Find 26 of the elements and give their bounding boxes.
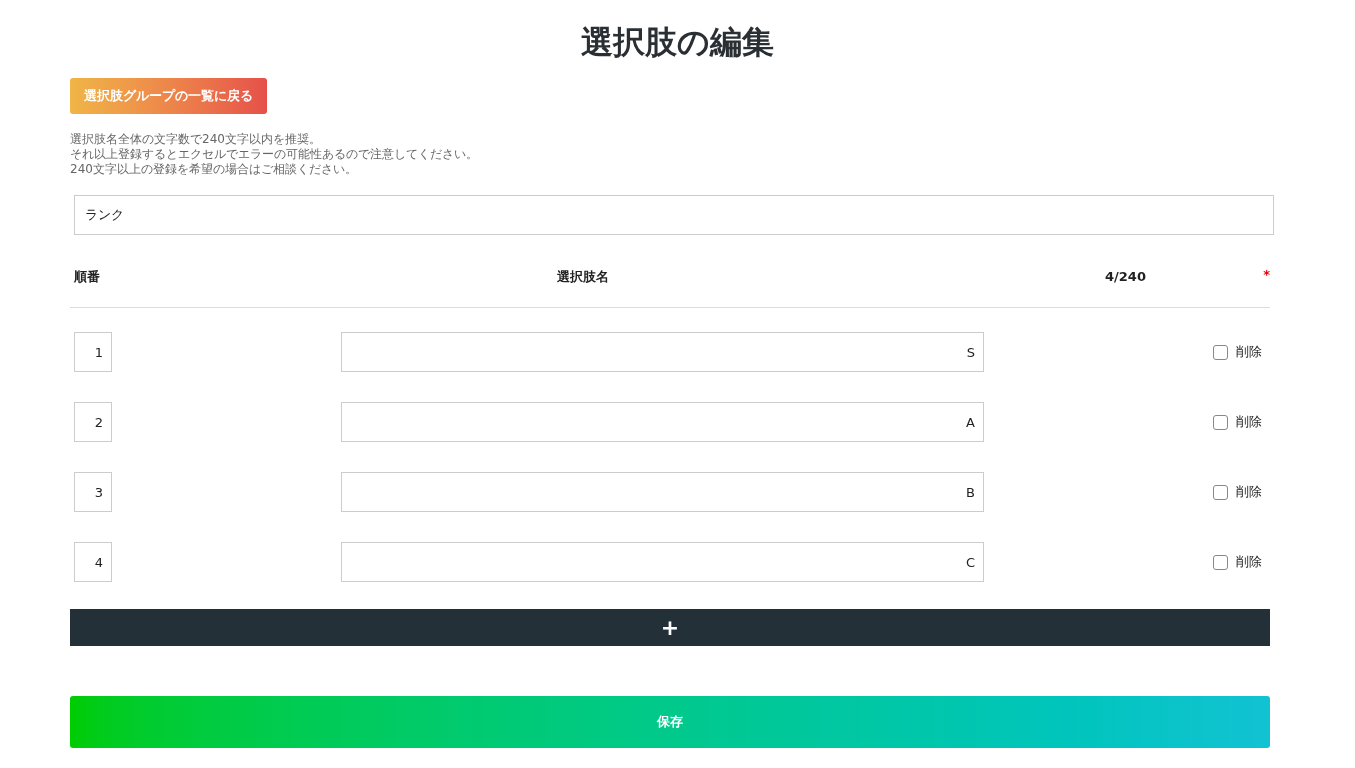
note-text: 選択肢名全体の文字数で240文字以内を推奨。	[70, 132, 322, 147]
delete-label: 削除	[1236, 413, 1262, 432]
delete-label: 削除	[1236, 553, 1262, 572]
order-field[interactable]: 2	[74, 402, 112, 442]
delete-checkbox[interactable]	[1213, 484, 1228, 500]
note-text: それ以上登録するとエクセルでエラーの可能性あるので注意してください。	[70, 147, 479, 162]
order-field[interactable]: 4	[74, 542, 112, 582]
name-header: 選択肢名	[557, 268, 609, 287]
delete-label: 削除	[1236, 483, 1262, 502]
required-mark: *	[1263, 266, 1270, 284]
add-button[interactable]: +	[70, 609, 1270, 646]
note-text: 240文字以上の登録を希望の場合はご相談ください。	[70, 162, 358, 177]
count-text: 4/240	[1105, 268, 1146, 287]
delete-checkbox[interactable]	[1213, 554, 1228, 570]
order-field[interactable]: 3	[74, 472, 112, 512]
delete-checkbox[interactable]	[1213, 414, 1228, 430]
choice-name-field[interactable]: B	[341, 472, 984, 512]
choice-name-field[interactable]: C	[341, 542, 984, 582]
order-field[interactable]: 1	[74, 332, 112, 372]
choice-name-field[interactable]: S	[341, 332, 984, 372]
delete-label: 削除	[1236, 343, 1262, 362]
group-name-field[interactable]: ランク	[74, 195, 1274, 235]
order-header: 順番	[73, 268, 101, 287]
choice-name-field[interactable]: A	[341, 402, 984, 442]
page-title: 選択肢の編集	[581, 22, 774, 63]
delete-checkbox[interactable]	[1213, 344, 1228, 360]
